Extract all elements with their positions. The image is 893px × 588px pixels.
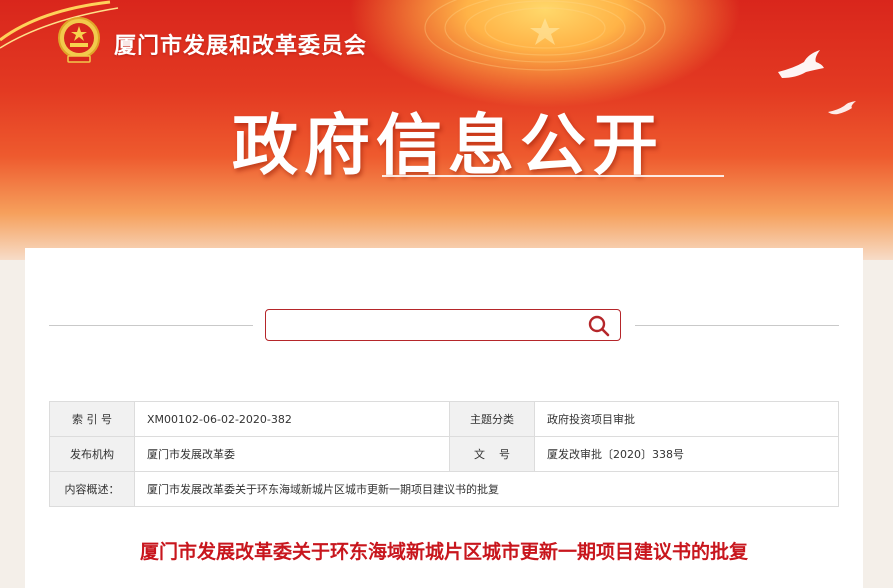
small-dove-icon [828, 101, 856, 115]
search-input[interactable] [274, 314, 578, 338]
publisher-value: 厦门市发展改革委 [134, 436, 450, 472]
organization-name[interactable]: 厦门市发展和改革委员会 [114, 28, 367, 60]
dove-icon [778, 50, 824, 78]
publisher-label: 发布机构 [49, 436, 135, 472]
document-info-table: 索 引 号 XM00102-06-02-2020-382 主题分类 政府投资项目… [49, 401, 839, 507]
table-row: 索 引 号 XM00102-06-02-2020-382 主题分类 政府投资项目… [49, 401, 839, 437]
summary-label: 内容概述： [49, 471, 135, 507]
topic-category-value: 政府投资项目审批 [534, 401, 839, 437]
table-row: 发布机构 厦门市发展改革委 文 号 厦发改审批〔2020〕338号 [49, 436, 839, 472]
document-number-value: 厦发改审批〔2020〕338号 [534, 436, 839, 472]
summary-value: 厦门市发展改革委关于环东海域新城片区城市更新一期项目建议书的批复 [134, 471, 839, 507]
document-number-label: 文 号 [449, 436, 535, 472]
search-divider-left [49, 325, 253, 326]
search-icon[interactable] [588, 315, 610, 337]
table-row: 内容概述： 厦门市发展改革委关于环东海域新城片区城市更新一期项目建议书的批复 [49, 471, 839, 507]
national-emblem-icon [58, 17, 100, 63]
topic-category-label: 主题分类 [449, 401, 535, 437]
star-decoration [530, 18, 560, 45]
banner-title: 政府信息公开 [232, 107, 664, 184]
search-divider-right [635, 325, 839, 326]
content-card: 索 引 号 XM00102-06-02-2020-382 主题分类 政府投资项目… [25, 248, 863, 588]
document-title: 厦门市发展改革委关于环东海域新城片区城市更新一期项目建议书的批复 [139, 541, 748, 563]
search-box[interactable] [265, 309, 621, 341]
banner: 厦门市发展和改革委员会 政府信息公开 [0, 0, 893, 260]
title-underline [382, 175, 724, 177]
index-number-value: XM00102-06-02-2020-382 [134, 401, 450, 437]
index-number-label: 索 引 号 [49, 401, 135, 437]
